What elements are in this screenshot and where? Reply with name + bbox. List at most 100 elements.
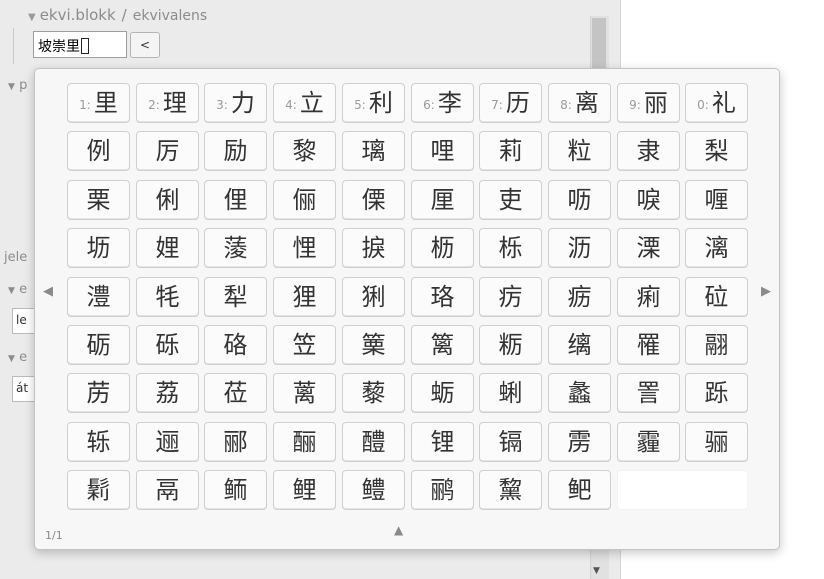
candidate-key[interactable]: 鬲 — [136, 470, 199, 510]
text-caret — [81, 38, 89, 54]
candidate-key[interactable]: 疠 — [479, 277, 542, 317]
candidate-key[interactable]: 喱 — [685, 180, 748, 220]
candidate-key[interactable]: 跞 — [685, 373, 748, 413]
candidate-key[interactable]: 厘 — [411, 180, 474, 220]
candidate-key[interactable]: 2: 理 — [136, 83, 199, 123]
next-page-icon[interactable]: ▶ — [761, 284, 771, 299]
candidate-key[interactable]: 猁 — [342, 277, 405, 317]
candidate-key[interactable]: 9: 丽 — [617, 83, 680, 123]
candidate-key[interactable]: 翮 — [685, 325, 748, 365]
candidate-key[interactable]: 珞 — [411, 277, 474, 317]
candidate-key[interactable]: 粒 — [548, 131, 611, 171]
candidate-key[interactable]: 荔 — [136, 373, 199, 413]
candidate-key[interactable]: 7: 历 — [479, 83, 542, 123]
candidate-key[interactable]: 莅 — [204, 373, 267, 413]
candidate-key[interactable]: 骊 — [685, 422, 748, 462]
candidate-key[interactable]: 鲕 — [204, 470, 267, 510]
candidate-key[interactable]: 砺 — [67, 325, 130, 365]
candidate-key[interactable]: 篥 — [342, 325, 405, 365]
candidate-key[interactable]: 砾 — [136, 325, 199, 365]
candidate-key[interactable]: 漓 — [685, 228, 748, 268]
candidate-key[interactable]: 3: 力 — [204, 83, 267, 123]
candidate-key[interactable]: 牦 — [136, 277, 199, 317]
candidate-key[interactable]: 溧 — [617, 228, 680, 268]
candidate-key[interactable]: 罹 — [617, 325, 680, 365]
candidate-key[interactable]: 疬 — [548, 277, 611, 317]
candidate-key[interactable]: 狸 — [273, 277, 336, 317]
breadcrumb-separator: / — [121, 6, 127, 24]
collapse-icon[interactable]: ▼ — [28, 12, 36, 23]
candidate-key[interactable]: 呖 — [548, 180, 611, 220]
candidate-key[interactable]: 例 — [67, 131, 130, 171]
candidate-key[interactable]: 沥 — [548, 228, 611, 268]
candidate-key[interactable]: 犁 — [204, 277, 267, 317]
candidate-key[interactable]: 捩 — [342, 228, 405, 268]
candidate-key[interactable]: 鲃 — [548, 470, 611, 510]
candidate-key[interactable]: 硌 — [204, 325, 267, 365]
candidate-key[interactable]: 蓠 — [273, 373, 336, 413]
candidate-key[interactable]: 隶 — [617, 131, 680, 171]
candidate-key[interactable]: 鬁 — [67, 470, 130, 510]
candidate-key[interactable]: 傈 — [342, 180, 405, 220]
candidate-key[interactable]: 篱 — [411, 325, 474, 365]
candidate-key[interactable]: 梨 — [685, 131, 748, 171]
candidate-key[interactable]: 悝 — [273, 228, 336, 268]
candidate-key[interactable]: 唳 — [617, 180, 680, 220]
scroll-down-icon[interactable]: ▼ — [593, 566, 600, 576]
candidate-key[interactable]: 枥 — [411, 228, 474, 268]
candidate-key[interactable]: 俐 — [136, 180, 199, 220]
candidate-key[interactable]: 霾 — [617, 422, 680, 462]
back-button[interactable]: < — [130, 32, 160, 58]
candidate-key[interactable]: 逦 — [136, 422, 199, 462]
candidate-key[interactable]: 0: 礼 — [685, 83, 748, 123]
candidate-key[interactable]: 酾 — [273, 422, 336, 462]
candidate-key[interactable]: 詈 — [617, 373, 680, 413]
candidate-key[interactable]: 励 — [204, 131, 267, 171]
candidate-key[interactable]: 俪 — [273, 180, 336, 220]
candidate-key[interactable]: 8: 离 — [548, 83, 611, 123]
candidate-key[interactable]: 醴 — [342, 422, 405, 462]
candidate-key[interactable]: 1: 里 — [67, 83, 130, 123]
candidate-key[interactable]: 黎 — [273, 131, 336, 171]
candidate-key[interactable]: 坜 — [67, 228, 130, 268]
candidate-key[interactable]: 轹 — [67, 422, 130, 462]
candidate-key[interactable]: 砬 — [685, 277, 748, 317]
candidate-key[interactable]: 蜊 — [479, 373, 542, 413]
candidate-key[interactable]: 栗 — [67, 180, 130, 220]
collapse-up-icon[interactable]: ▲ — [394, 523, 403, 537]
candidate-key[interactable]: 痢 — [617, 277, 680, 317]
candidate-key[interactable]: 鲤 — [273, 470, 336, 510]
candidate-key[interactable]: 5: 利 — [342, 83, 405, 123]
candidate-key[interactable]: 雳 — [548, 422, 611, 462]
text-input[interactable]: 坡崇里 — [33, 31, 127, 58]
candidate-key[interactable]: 栎 — [479, 228, 542, 268]
candidate-key[interactable]: 6: 李 — [411, 83, 474, 123]
candidate-key[interactable]: 黧 — [479, 470, 542, 510]
candidate-key[interactable]: 4: 立 — [273, 83, 336, 123]
candidate-key[interactable]: 蛎 — [411, 373, 474, 413]
candidate-key[interactable]: 郦 — [204, 422, 267, 462]
candidate-key[interactable]: 蠡 — [548, 373, 611, 413]
candidate-key[interactable]: 笠 — [273, 325, 336, 365]
candidate-key[interactable]: 俚 — [204, 180, 267, 220]
candidate-grid: 1: 里 2: 理 3: 力 4: 立 5: 利 6: 李 7: 历 8: 离 9: 丽 0: 礼例厉励黎璃哩莉粒隶梨… — [67, 83, 753, 515]
candidate-key[interactable]: 鳢 — [342, 470, 405, 510]
candidate-key[interactable]: 锂 — [411, 422, 474, 462]
candidate-key[interactable]: 苈 — [67, 373, 130, 413]
candidate-key[interactable]: 哩 — [411, 131, 474, 171]
candidate-number: 7: — [491, 98, 503, 112]
candidate-key[interactable]: 吏 — [479, 180, 542, 220]
candidate-key[interactable]: 粝 — [479, 325, 542, 365]
candidate-key[interactable]: 娌 — [136, 228, 199, 268]
candidate-key[interactable]: 莉 — [479, 131, 542, 171]
scrollbar-thumb[interactable] — [592, 18, 606, 74]
previous-page-icon[interactable]: ◀ — [43, 284, 53, 299]
candidate-key[interactable]: 厉 — [136, 131, 199, 171]
candidate-key[interactable]: 镉 — [479, 422, 542, 462]
candidate-key[interactable]: 澧 — [67, 277, 130, 317]
candidate-key[interactable]: 鹂 — [411, 470, 474, 510]
candidate-key[interactable]: 璃 — [342, 131, 405, 171]
candidate-key[interactable]: 缡 — [548, 325, 611, 365]
candidate-key[interactable]: 蔆 — [204, 228, 267, 268]
candidate-key[interactable]: 藜 — [342, 373, 405, 413]
